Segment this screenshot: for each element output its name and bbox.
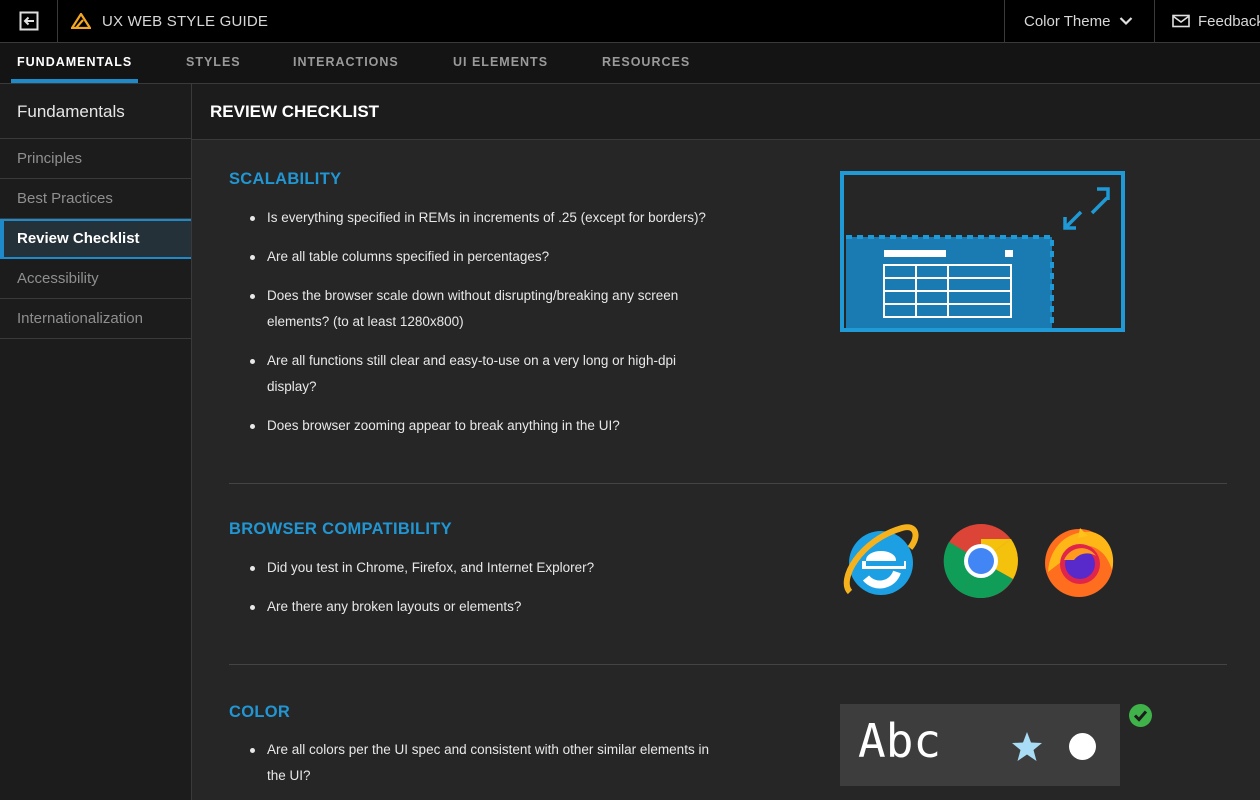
- sidebar: Fundamentals Principles Best Practices R…: [0, 84, 192, 800]
- scalability-illustration: [840, 171, 1125, 332]
- sidebar-item-review-checklist[interactable]: Review Checklist: [0, 219, 191, 259]
- scalability-checklist: Is everything specified in REMs in incre…: [247, 205, 727, 452]
- tab-resources[interactable]: RESOURCES: [602, 43, 690, 83]
- firefox-logo-icon: [1045, 528, 1114, 597]
- list-item: Does browser zooming appear to break any…: [247, 413, 727, 439]
- section-title-scalability: SCALABILITY: [229, 170, 342, 188]
- main-tab-nav: FUNDAMENTALS STYLES INTERACTIONS UI ELEM…: [0, 43, 1260, 84]
- sidebar-item-internationalization[interactable]: Internationalization: [0, 299, 191, 339]
- expand-arrows-icon: [1063, 187, 1110, 230]
- chevron-down-icon: [1120, 17, 1133, 26]
- tab-styles[interactable]: STYLES: [186, 43, 241, 83]
- check-icon: [1129, 704, 1152, 727]
- top-bar: UX WEB STYLE GUIDE Color Theme Feedback: [0, 0, 1260, 43]
- list-item: Did you test in Chrome, Firefox, and Int…: [247, 555, 727, 581]
- list-item: Are all colors per the UI spec and consi…: [247, 737, 727, 789]
- color-theme-dropdown[interactable]: Color Theme: [1004, 0, 1154, 42]
- feedback-button[interactable]: Feedback: [1154, 0, 1260, 42]
- list-item: Are there any broken layouts or elements…: [247, 594, 727, 620]
- mail-icon: [1172, 14, 1190, 28]
- browser-checklist: Did you test in Chrome, Firefox, and Int…: [247, 555, 727, 633]
- section-title-browser-compatibility: BROWSER COMPATIBILITY: [229, 520, 452, 538]
- sidebar-item-principles[interactable]: Principles: [0, 139, 191, 179]
- sidebar-heading: Fundamentals: [0, 84, 191, 139]
- back-button[interactable]: [0, 0, 58, 42]
- chrome-logo-icon: [943, 524, 1018, 599]
- back-icon: [19, 11, 38, 31]
- section-divider: [229, 664, 1227, 665]
- color-sample-panel: Abc: [840, 704, 1120, 786]
- tab-ui-elements[interactable]: UI ELEMENTS: [453, 43, 548, 83]
- app-title: UX WEB STYLE GUIDE: [102, 12, 269, 30]
- list-item: Does the browser scale down without disr…: [247, 283, 727, 335]
- page-title: REVIEW CHECKLIST: [192, 84, 1260, 140]
- sidebar-item-best-practices[interactable]: Best Practices: [0, 179, 191, 219]
- color-checklist: Are all colors per the UI spec and consi…: [247, 737, 727, 800]
- sidebar-item-accessibility[interactable]: Accessibility: [0, 259, 191, 299]
- list-item: Are all functions still clear and easy-t…: [247, 348, 727, 400]
- list-item: Are all table columns specified in perce…: [247, 244, 727, 270]
- color-theme-label: Color Theme: [1024, 12, 1111, 30]
- star-icon: [1012, 732, 1042, 761]
- brand: UX WEB STYLE GUIDE: [58, 0, 1004, 42]
- tab-fundamentals[interactable]: FUNDAMENTALS: [10, 43, 139, 83]
- sample-text: Abc: [858, 714, 942, 768]
- feedback-label: Feedback: [1198, 12, 1260, 30]
- tab-interactions[interactable]: INTERACTIONS: [293, 43, 399, 83]
- circle-icon: [1069, 733, 1096, 760]
- section-title-color: COLOR: [229, 703, 291, 721]
- brand-logo-icon: [71, 13, 91, 29]
- section-divider: [229, 483, 1227, 484]
- ie-logo-icon: [843, 524, 919, 595]
- list-item: Is everything specified in REMs in incre…: [247, 205, 727, 231]
